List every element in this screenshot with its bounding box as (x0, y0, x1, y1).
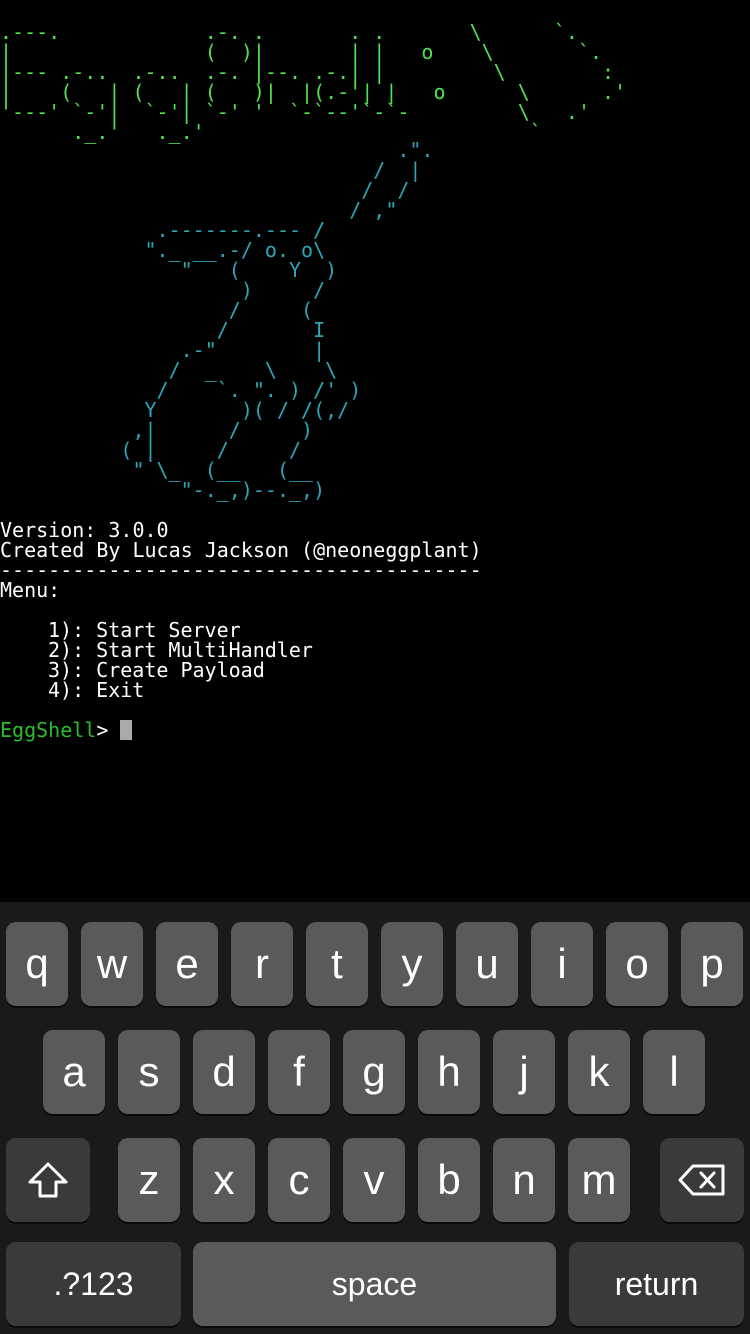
command-prompt[interactable]: EggShell> (0, 718, 133, 742)
key-o[interactable]: o (606, 922, 668, 1006)
key-l[interactable]: l (643, 1030, 705, 1114)
key-u[interactable]: u (456, 922, 518, 1006)
delete-key[interactable] (660, 1138, 744, 1222)
backspace-icon (678, 1164, 725, 1196)
key-z[interactable]: z (118, 1138, 180, 1222)
shift-arrow-icon (28, 1162, 68, 1198)
numbers-key[interactable]: .?123 (6, 1242, 181, 1326)
key-k[interactable]: k (568, 1030, 630, 1114)
key-b[interactable]: b (418, 1138, 480, 1222)
key-h[interactable]: h (418, 1030, 480, 1114)
menu-item-start-server: 1): Start Server (48, 618, 241, 642)
key-t[interactable]: t (306, 922, 368, 1006)
key-p[interactable]: p (681, 922, 743, 1006)
menu-item-create-payload: 3): Create Payload (48, 658, 265, 682)
on-screen-keyboard: q w e r t y u i o p a s d f g h j k l z … (0, 902, 750, 1334)
prompt-symbol: > (96, 718, 109, 742)
menu-item-exit: 4): Exit (48, 678, 145, 702)
info-block: Version: 3.0.0 Created By Lucas Jackson (… (0, 520, 482, 700)
key-q[interactable]: q (6, 922, 68, 1006)
key-j[interactable]: j (493, 1030, 555, 1114)
shift-key[interactable] (6, 1138, 90, 1222)
text-cursor (120, 720, 133, 740)
key-r[interactable]: r (231, 922, 293, 1006)
version-text: Version: 3.0.0 (0, 518, 169, 542)
key-n[interactable]: n (493, 1138, 555, 1222)
return-key[interactable]: return (569, 1242, 744, 1326)
key-x[interactable]: x (193, 1138, 255, 1222)
key-y[interactable]: y (381, 922, 443, 1006)
key-f[interactable]: f (268, 1030, 330, 1114)
screen: .---. .-. . . . \ `. | ( )| | | o \ `. |… (0, 0, 750, 1334)
menu-item-start-multihandler: 2): Start MultiHandler (48, 638, 313, 662)
key-w[interactable]: w (81, 922, 143, 1006)
key-g[interactable]: g (343, 1030, 405, 1114)
key-d[interactable]: d (193, 1030, 255, 1114)
key-e[interactable]: e (156, 922, 218, 1006)
key-m[interactable]: m (568, 1138, 630, 1222)
terminal-output[interactable]: .---. .-. . . . \ `. | ( )| | | o \ `. |… (0, 0, 750, 902)
prompt-label: EggShell (0, 718, 97, 742)
menu-label: Menu: (0, 578, 61, 602)
rabbit-ascii-art: .". / | / / / ," .-------.--- / "._ __.-… (120, 138, 434, 502)
key-a[interactable]: a (43, 1030, 105, 1114)
divider-line: ---------------------------------------- (0, 558, 482, 582)
eggshell-ascii-logo: .---. .-. . . . \ `. | ( )| | | o \ `. |… (0, 20, 627, 144)
key-v[interactable]: v (343, 1138, 405, 1222)
created-by-text: Created By Lucas Jackson (@neoneggplant) (0, 538, 482, 562)
space-key[interactable]: space (193, 1242, 556, 1326)
key-c[interactable]: c (268, 1138, 330, 1222)
key-s[interactable]: s (118, 1030, 180, 1114)
key-i[interactable]: i (531, 922, 593, 1006)
